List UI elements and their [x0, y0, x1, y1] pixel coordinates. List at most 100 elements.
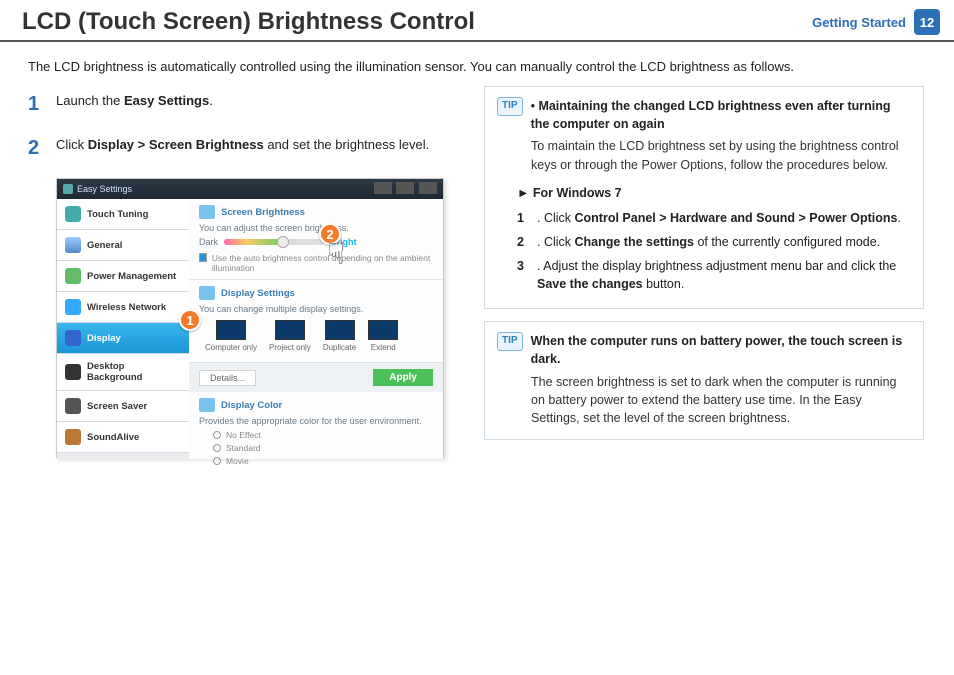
- text-part: of the currently configured mode.: [694, 235, 880, 249]
- color-option-standard[interactable]: Standard: [213, 443, 433, 453]
- easy-settings-window: Easy Settings Touch Tuning General Power…: [56, 178, 444, 458]
- sidebar-item-label: SoundAlive: [87, 432, 139, 443]
- close-button[interactable]: [419, 182, 437, 194]
- display-settings-panel: Display Settings You can change multiple…: [189, 280, 443, 363]
- checkbox-icon[interactable]: [199, 253, 207, 262]
- sidebar-item-label: General: [87, 240, 122, 251]
- display-option-duplicate[interactable]: Duplicate: [323, 320, 356, 352]
- tip-body: The screen brightness is set to dark whe…: [497, 369, 911, 427]
- display-settings-icon: [199, 286, 215, 300]
- step-number: 1: [517, 209, 531, 227]
- display-option-label: Computer only: [205, 343, 257, 352]
- sidebar-item-label: Display: [87, 333, 121, 344]
- tip-box-maintain-brightness: TIP • Maintaining the changed LCD bright…: [484, 86, 924, 309]
- auto-brightness-row[interactable]: Use the auto brightness control dependin…: [199, 251, 433, 273]
- display-option-computer-only[interactable]: Computer only: [205, 320, 257, 352]
- text-bold: Save the changes: [537, 277, 643, 291]
- display-option-label: Extend: [371, 343, 396, 352]
- monitor-icon: [216, 320, 246, 340]
- text-part: . Click: [537, 211, 575, 225]
- left-column: 1 Launch the Easy Settings. 2 Click Disp…: [14, 86, 466, 458]
- radio-icon[interactable]: [213, 457, 221, 465]
- step-text-part: .: [209, 93, 213, 108]
- page-title: LCD (Touch Screen) Brightness Control: [22, 8, 475, 36]
- brightness-slider-row: Dark Bright: [199, 233, 433, 251]
- panel-title: Screen Brightness: [221, 207, 305, 218]
- radio-icon[interactable]: [213, 444, 221, 452]
- details-button[interactable]: Details...: [199, 370, 256, 386]
- windows7-heading: ► For Windows 7: [497, 174, 911, 206]
- tip-box-battery-dark: TIP When the computer runs on battery po…: [484, 321, 924, 440]
- brightness-slider[interactable]: [224, 239, 324, 245]
- step-number: 2: [28, 134, 46, 162]
- sidebar-item-screen-saver[interactable]: Screen Saver: [57, 391, 189, 422]
- sidebar-item-label: Desktop Background: [87, 361, 181, 383]
- touch-tuning-icon: [65, 206, 81, 222]
- display-color-panel: Display Color Provides the appropriate c…: [189, 392, 443, 472]
- step-text-bold: Easy Settings: [124, 93, 209, 108]
- display-option-label: Project only: [269, 343, 311, 352]
- display-color-icon: [199, 398, 215, 412]
- sidebar-item-soundalive[interactable]: SoundAlive: [57, 422, 189, 453]
- panel-hint: You can change multiple display settings…: [199, 304, 433, 314]
- display-icon: [65, 330, 81, 346]
- text-part: . Adjust the display brightness adjustme…: [537, 259, 896, 273]
- tip-title: Maintaining the changed LCD brightness e…: [531, 99, 891, 131]
- hand-pointer-icon: ☟: [327, 237, 345, 272]
- step-2: 2 Click Display > Screen Brightness and …: [28, 134, 466, 162]
- settings-sidebar: Touch Tuning General Power Management Wi…: [57, 199, 189, 459]
- monitor-icon: [368, 320, 398, 340]
- sidebar-item-desktop-background[interactable]: Desktop Background: [57, 354, 189, 391]
- sidebar-item-power-management[interactable]: Power Management: [57, 261, 189, 292]
- intro-paragraph: The LCD brightness is automatically cont…: [0, 42, 954, 86]
- monitor-icon: [325, 320, 355, 340]
- brightness-panel: Screen Brightness You can adjust the scr…: [189, 199, 443, 280]
- tip1-step-1: 1 . Click Control Panel > Hardware and S…: [517, 206, 911, 230]
- sidebar-item-label: Screen Saver: [87, 401, 147, 412]
- radio-icon[interactable]: [213, 431, 221, 439]
- dark-label: Dark: [199, 237, 218, 247]
- panel-title: Display Settings: [221, 288, 295, 299]
- display-option-extend[interactable]: Extend: [368, 320, 398, 352]
- windows7-label: For Windows 7: [533, 186, 622, 200]
- text-part: button.: [643, 277, 685, 291]
- sidebar-item-label: Touch Tuning: [87, 209, 148, 220]
- display-option-label: Duplicate: [323, 343, 356, 352]
- monitor-icon: [275, 320, 305, 340]
- step-1-text: Launch the Easy Settings.: [56, 90, 213, 118]
- text-part: . Click: [537, 235, 575, 249]
- sidebar-item-general[interactable]: General: [57, 230, 189, 261]
- radio-label: No Effect: [226, 430, 261, 440]
- maximize-button[interactable]: [396, 182, 414, 194]
- sidebar-item-wireless-network[interactable]: Wireless Network: [57, 292, 189, 323]
- screenshot-wrap: Easy Settings Touch Tuning General Power…: [56, 178, 446, 458]
- sidebar-item-label: Wireless Network: [87, 302, 166, 313]
- step-number: 3: [517, 257, 531, 293]
- radio-label: Standard: [226, 443, 261, 453]
- auto-brightness-label: Use the auto brightness control dependin…: [212, 253, 433, 273]
- general-icon: [65, 237, 81, 253]
- display-option-project-only[interactable]: Project only: [269, 320, 311, 352]
- page-header: LCD (Touch Screen) Brightness Control Ge…: [0, 0, 954, 42]
- window-title: Easy Settings: [77, 184, 132, 194]
- color-option-no-effect[interactable]: No Effect: [213, 430, 433, 440]
- window-titlebar: Easy Settings: [57, 179, 443, 199]
- slider-knob[interactable]: [277, 236, 289, 248]
- tip1-step-2: 2 . Click Change the settings of the cur…: [517, 230, 911, 254]
- app-icon: [63, 184, 73, 194]
- tip1-step-3: 3 . Adjust the display brightness adjust…: [517, 254, 911, 296]
- color-option-movie[interactable]: Movie: [213, 456, 433, 466]
- step-2-text: Click Display > Screen Brightness and se…: [56, 134, 429, 162]
- tip-badge: TIP: [497, 332, 523, 351]
- soundalive-icon: [65, 429, 81, 445]
- text-bold: Change the settings: [575, 235, 694, 249]
- sidebar-item-display[interactable]: Display: [57, 323, 189, 354]
- text-bold: Control Panel > Hardware and Sound > Pow…: [575, 211, 898, 225]
- header-right: Getting Started 12: [812, 9, 940, 35]
- panel-hint: Provides the appropriate color for the u…: [199, 416, 433, 426]
- radio-label: Movie: [226, 456, 249, 466]
- panel-hint: You can adjust the screen brightness.: [199, 223, 433, 233]
- apply-button[interactable]: Apply: [373, 369, 433, 386]
- sidebar-item-touch-tuning[interactable]: Touch Tuning: [57, 199, 189, 230]
- minimize-button[interactable]: [374, 182, 392, 194]
